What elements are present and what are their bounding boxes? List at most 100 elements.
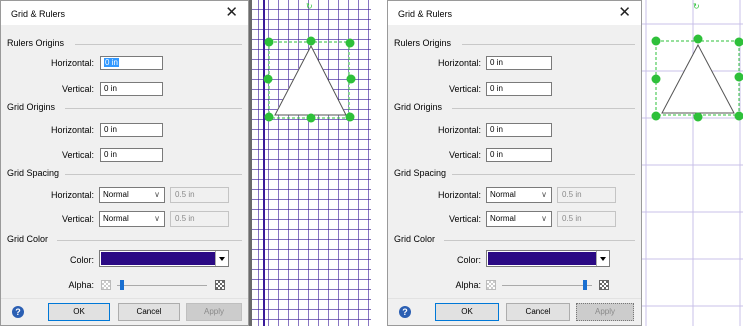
alpha-slider-thumb[interactable] — [582, 280, 587, 290]
transparent-icon — [101, 280, 111, 290]
resize-handle[interactable] — [264, 112, 274, 122]
rulers-vertical-input[interactable]: 0 in — [100, 82, 163, 96]
spacing-horizontal-select[interactable]: Normal ∨ — [99, 187, 165, 203]
spacing-vertical-select[interactable]: Normal ∨ — [99, 211, 165, 227]
drawing-canvas-left[interactable]: ↻ — [249, 0, 371, 326]
divider — [57, 240, 242, 241]
dialog-titlebar: Grid & Rulers ✕ — [1, 1, 248, 25]
resize-handle[interactable] — [345, 112, 355, 122]
transparent-icon — [486, 280, 496, 290]
rotate-icon[interactable]: ↻ — [693, 2, 700, 11]
help-icon[interactable]: ? — [399, 306, 411, 318]
divider — [65, 108, 242, 109]
color-label: Color: — [69, 255, 94, 265]
chevron-down-icon[interactable] — [596, 251, 609, 266]
divider — [65, 174, 242, 175]
rulers-vertical-label: Vertical: — [61, 84, 94, 94]
grid-vertical-label: Vertical: — [448, 150, 481, 160]
opaque-icon — [599, 280, 609, 290]
grid-horizontal-label: Horizontal: — [437, 125, 481, 135]
grid-horizontal-input[interactable]: 0 in — [486, 123, 552, 137]
dialog-titlebar: Grid & Rulers ✕ — [388, 1, 641, 25]
spacing-horizontal-label: Horizontal: — [437, 190, 481, 200]
close-icon[interactable]: ✕ — [618, 5, 631, 20]
grid-rulers-dialog-right: Grid & Rulers ✕ Rulers Origins Horizonta… — [387, 0, 642, 326]
apply-button[interactable]: Apply — [576, 303, 634, 321]
chevron-down-icon: ∨ — [154, 214, 160, 223]
resize-handle[interactable] — [651, 111, 661, 121]
resize-handle[interactable] — [263, 74, 273, 84]
alpha-label: Alpha: — [68, 280, 94, 290]
grid-vertical-label: Vertical: — [61, 150, 94, 160]
rulers-horizontal-input[interactable]: 0 in — [100, 56, 163, 70]
left-panel: Grid & Rulers ✕ Rulers Origins Horizonta… — [0, 0, 249, 326]
color-swatch — [101, 252, 216, 265]
dialog-title: Grid & Rulers — [11, 9, 66, 19]
rulers-vertical-label: Vertical: — [448, 84, 481, 94]
grid-horizontal-input[interactable]: 0 in — [100, 123, 163, 137]
spacing-horizontal-value: 0.5 in — [557, 187, 616, 203]
section-grid-spacing: Grid Spacing — [7, 168, 60, 178]
resize-handle[interactable] — [651, 36, 661, 46]
close-icon[interactable]: ✕ — [225, 5, 238, 20]
dialog-title: Grid & Rulers — [398, 9, 453, 19]
resize-handle[interactable] — [306, 36, 316, 46]
section-rulers-origins: Rulers Origins — [394, 38, 452, 48]
resize-handle[interactable] — [651, 74, 661, 84]
resize-handle[interactable] — [306, 113, 316, 123]
alpha-slider-track[interactable] — [502, 285, 592, 286]
section-grid-color: Grid Color — [394, 234, 436, 244]
divider — [462, 44, 635, 45]
resize-handle[interactable] — [693, 34, 703, 44]
spacing-vertical-select[interactable]: Normal ∨ — [486, 211, 552, 227]
color-picker[interactable] — [486, 250, 610, 267]
resize-handle[interactable] — [693, 112, 703, 122]
section-grid-color: Grid Color — [7, 234, 49, 244]
divider — [75, 44, 242, 45]
spacing-vertical-value: 0.5 in — [557, 211, 616, 227]
rotate-icon[interactable]: ↻ — [306, 2, 313, 11]
spacing-vertical-value: 0.5 in — [170, 211, 229, 227]
right-panel: Grid & Rulers ✕ Rulers Origins Horizonta… — [387, 0, 642, 326]
alpha-slider-track[interactable] — [117, 285, 207, 286]
opaque-icon — [215, 280, 225, 290]
resize-handle[interactable] — [345, 38, 355, 48]
divider — [452, 174, 635, 175]
alpha-slider-thumb[interactable] — [119, 280, 124, 290]
section-grid-spacing: Grid Spacing — [394, 168, 447, 178]
chevron-down-icon: ∨ — [541, 214, 547, 223]
color-picker[interactable] — [99, 250, 229, 267]
drawing-canvas-right[interactable]: ↻ — [642, 0, 743, 326]
cancel-button[interactable]: Cancel — [118, 303, 180, 321]
button-bar: ? OK Cancel Apply — [1, 298, 248, 325]
spacing-horizontal-label: Horizontal: — [50, 190, 94, 200]
rulers-horizontal-label: Horizontal: — [50, 58, 94, 68]
resize-handle[interactable] — [346, 74, 356, 84]
color-swatch — [488, 252, 597, 265]
chevron-down-icon[interactable] — [215, 251, 228, 266]
alpha-label: Alpha: — [455, 280, 481, 290]
cancel-button[interactable]: Cancel — [506, 303, 570, 321]
section-grid-origins: Grid Origins — [394, 102, 443, 112]
ok-button[interactable]: OK — [48, 303, 110, 321]
ok-button[interactable]: OK — [435, 303, 499, 321]
splitter — [249, 0, 252, 326]
spacing-vertical-label: Vertical: — [448, 214, 481, 224]
spacing-horizontal-value: 0.5 in — [170, 187, 229, 203]
spacing-horizontal-select[interactable]: Normal ∨ — [486, 187, 552, 203]
color-label: Color: — [456, 255, 481, 265]
grid-rulers-dialog-left: Grid & Rulers ✕ Rulers Origins Horizonta… — [0, 0, 249, 326]
button-bar: ? OK Cancel Apply — [388, 298, 641, 325]
apply-button[interactable]: Apply — [186, 303, 242, 321]
grid-vertical-input[interactable]: 0 in — [486, 148, 552, 162]
rulers-vertical-input[interactable]: 0 in — [486, 82, 552, 96]
rulers-horizontal-input[interactable]: 0 in — [486, 56, 552, 70]
section-grid-origins: Grid Origins — [7, 102, 56, 112]
help-icon[interactable]: ? — [12, 306, 24, 318]
chevron-down-icon: ∨ — [541, 190, 547, 199]
rulers-horizontal-label: Horizontal: — [437, 58, 481, 68]
divider — [444, 240, 635, 241]
spacing-vertical-label: Vertical: — [61, 214, 94, 224]
grid-vertical-input[interactable]: 0 in — [100, 148, 163, 162]
resize-handle[interactable] — [264, 37, 274, 47]
